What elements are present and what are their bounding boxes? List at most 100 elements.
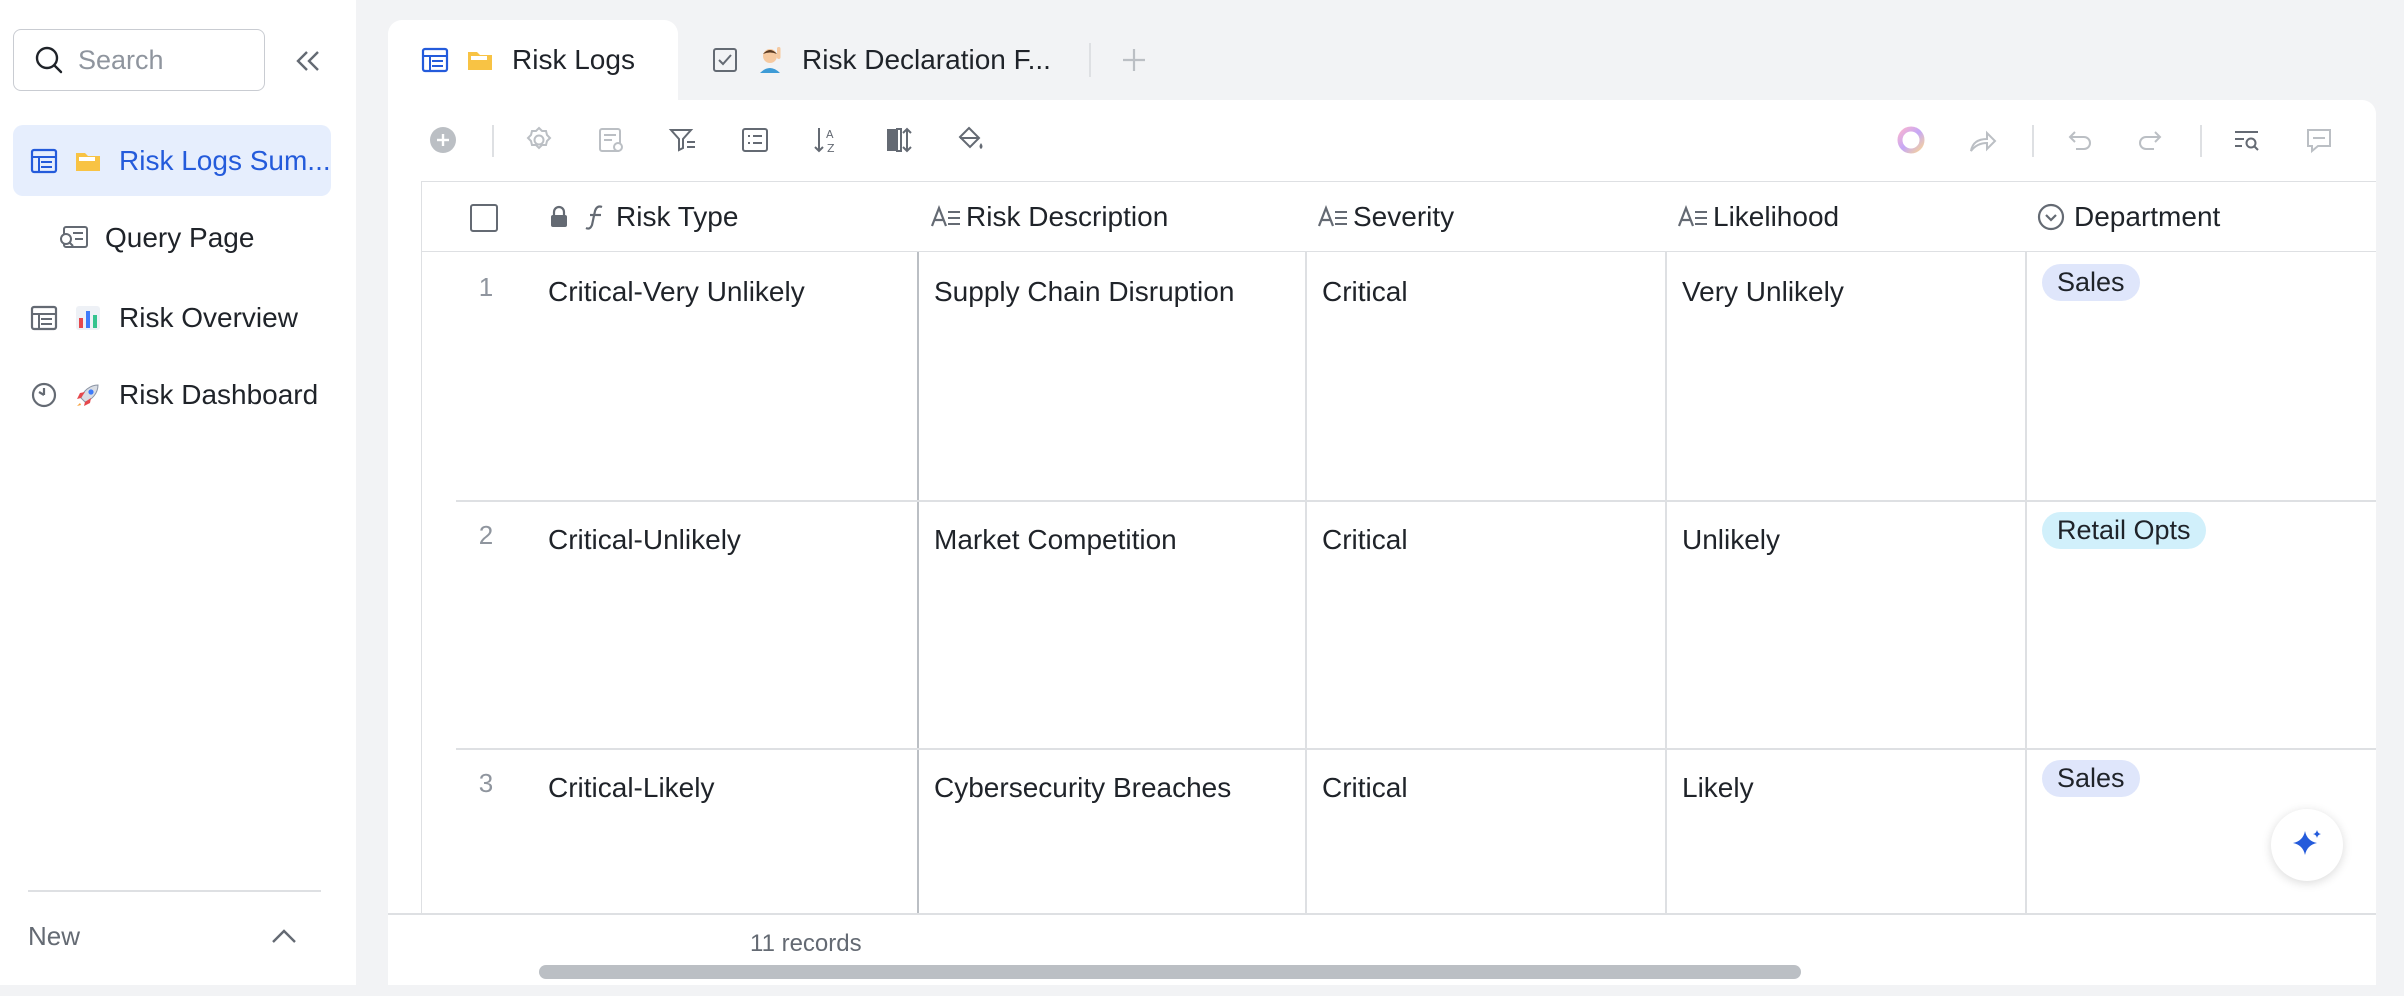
new-menu-toggle[interactable]: New [28,918,298,954]
dashboard-icon [29,380,59,410]
ai-sparkle-button[interactable] [2271,809,2343,881]
tab-bar: Risk Logs Risk Declaration F... [388,20,1159,100]
grid-table-icon [29,303,59,333]
cell-risk-description[interactable]: Cybersecurity Breaches [934,772,1231,804]
svg-text:Z: Z [827,142,835,155]
sidebar-item-risk-logs-summary[interactable]: Risk Logs Sum... [13,125,331,196]
single-select-icon [2037,203,2065,231]
new-label: New [28,920,81,951]
sparkle-icon [2293,830,2321,855]
add-circle-icon [430,127,456,153]
grid-table-icon [420,45,450,75]
sidebar: Risk Logs Sum... Query Page Risk Overvie… [0,0,356,985]
formula-icon [585,205,603,230]
add-record-button[interactable] [423,120,463,160]
toolbar-separator [2200,125,2202,157]
text-field-icon [1317,204,1347,227]
color-fill-button[interactable] [951,120,991,160]
list-icon [742,128,768,152]
cell-severity[interactable]: Critical [1322,772,1408,804]
lock-icon [551,205,567,227]
toolbar: AZ [388,110,2376,172]
column-header-label: Department [2074,201,2221,232]
undo-button[interactable] [2059,120,2099,160]
toolbar-separator [2032,125,2034,157]
plus-icon [1122,49,1145,71]
column-header-severity[interactable]: Severity [1317,182,1657,252]
filter-button[interactable] [663,120,703,160]
folder-icon [464,44,496,76]
collapse-sidebar-button[interactable] [290,44,326,78]
row-number: 3 [478,768,494,798]
column-divider [2025,182,2027,913]
cell-risk-type[interactable]: Critical-Unlikely [548,524,741,556]
group-button[interactable] [735,120,775,160]
sort-button[interactable]: AZ [807,120,847,160]
tab-risk-declaration-form[interactable]: Risk Declaration F... [678,20,1083,100]
cell-severity[interactable]: Critical [1322,524,1408,556]
form-icon [710,45,740,75]
row-divider [456,500,2376,502]
sort-az-icon: AZ [814,128,835,155]
row-number: 2 [478,520,494,550]
search-input[interactable] [78,44,248,76]
tab-label: Risk Logs [512,44,635,75]
department-tag[interactable]: Sales [2042,264,2140,301]
gear-icon [526,126,552,150]
redo-button[interactable] [2131,120,2171,160]
share-button[interactable] [1963,120,2003,160]
row-number: 1 [478,272,494,302]
ai-ring-icon [1897,126,1925,154]
text-field-icon [930,204,960,227]
cell-risk-description[interactable]: Market Competition [934,524,1177,556]
double-chevron-left-icon [296,51,319,71]
column-header-risk-type[interactable]: Risk Type [548,182,908,252]
comment-icon [2307,129,2331,154]
department-tag[interactable]: Retail Opts [2042,512,2206,549]
row-height-icon [887,127,912,153]
cell-risk-type[interactable]: Critical-Likely [548,772,714,804]
field-settings-button[interactable] [591,120,631,160]
row-height-button[interactable] [879,120,919,160]
cell-risk-type[interactable]: Critical-Very Unlikely [548,276,805,308]
undo-icon [2068,131,2091,150]
folder-icon [73,146,103,176]
person-raising-hand-icon [754,44,786,76]
filter-icon [668,129,695,152]
horizontal-scrollbar[interactable] [539,965,1801,979]
find-button[interactable] [2227,120,2267,160]
sidebar-item-label: Risk Dashboard [119,378,319,410]
column-divider [1665,182,1667,913]
search-box[interactable] [13,29,265,91]
ai-assistant-button[interactable] [1891,120,1931,160]
add-tab-button[interactable] [1109,20,1159,100]
cell-risk-description[interactable]: Supply Chain Disruption [934,276,1234,308]
svg-text:A: A [826,128,834,141]
cell-likelihood[interactable]: Likely [1682,772,1754,804]
column-header-risk-description[interactable]: Risk Description [930,182,1300,252]
column-header-label: Risk Description [966,201,1169,232]
tab-risk-logs[interactable]: Risk Logs [388,20,678,100]
department-tag[interactable]: Sales [2042,760,2140,797]
divider [28,890,321,892]
sidebar-item-query-page[interactable]: Query Page [13,202,331,273]
sidebar-item-risk-overview[interactable]: Risk Overview [13,282,331,353]
settings-button[interactable] [519,120,559,160]
comments-button[interactable] [2299,120,2339,160]
record-count: 11 records [750,930,862,957]
sidebar-item-risk-dashboard[interactable]: Risk Dashboard [13,359,331,430]
sidebar-item-label: Risk Overview [119,301,298,333]
bar-chart-icon [73,303,103,333]
sidebar-item-label: Query Page [105,221,255,253]
cell-likelihood[interactable]: Very Unlikely [1682,276,1844,308]
cell-severity[interactable]: Critical [1322,276,1408,308]
column-header-likelihood[interactable]: Likelihood [1677,182,2017,252]
cell-likelihood[interactable]: Unlikely [1682,524,1780,556]
frozen-column-divider [917,182,919,913]
chevron-up-icon [272,929,296,943]
data-grid: Risk Type Risk Description Severity Like… [421,181,2376,913]
column-header-label: Likelihood [1713,201,1840,232]
column-header-label: Severity [1353,201,1455,232]
column-header-department[interactable]: Department [2036,182,2376,252]
select-all-checkbox[interactable] [470,204,498,232]
